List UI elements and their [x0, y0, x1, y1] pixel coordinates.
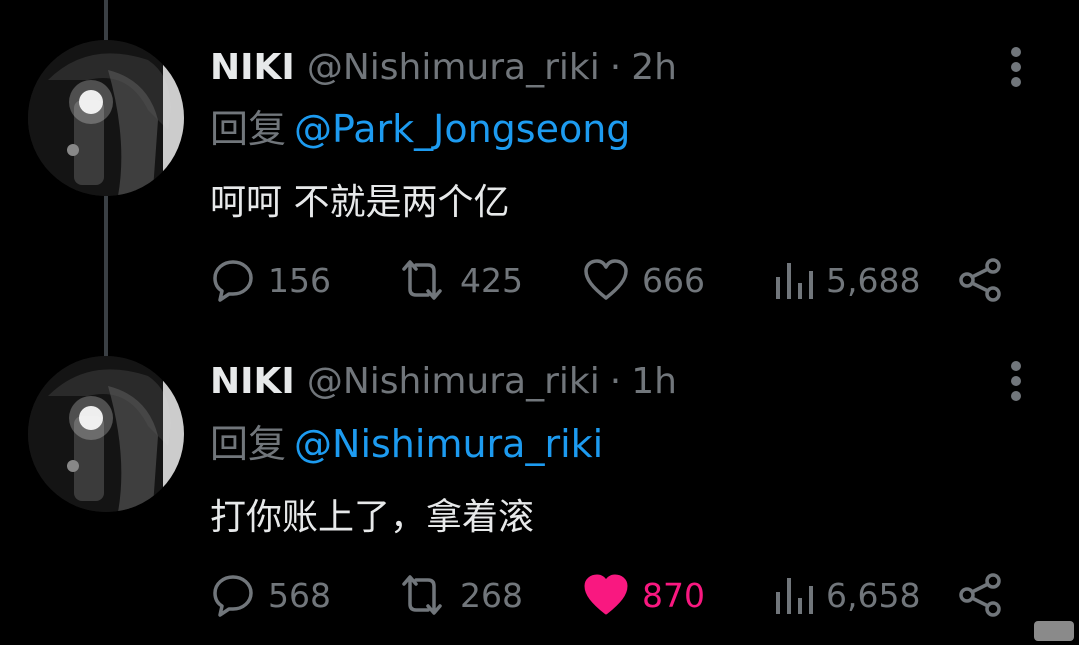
retweet-count: 425	[460, 260, 523, 300]
watermark-badge	[1034, 621, 1074, 641]
avatar[interactable]	[28, 356, 184, 512]
user-handle[interactable]: @Nishimura_riki	[307, 361, 600, 402]
share-button[interactable]	[958, 250, 1004, 310]
timestamp[interactable]: 2h	[631, 47, 677, 88]
like-button[interactable]: 666	[582, 250, 705, 310]
retweet-button[interactable]: 425	[396, 250, 523, 310]
more-vertical-icon	[1011, 47, 1021, 87]
reply-prefix: 回复	[210, 422, 287, 466]
like-button[interactable]: 870	[582, 565, 705, 625]
retweet-icon	[402, 260, 442, 300]
reply-mention-link[interactable]: @Park_Jongseong	[294, 107, 630, 151]
separator-dot: ·	[609, 46, 622, 88]
avatar-image	[28, 40, 184, 196]
reply-button[interactable]: 156	[210, 250, 331, 310]
user-handle[interactable]: @Nishimura_riki	[307, 47, 600, 88]
avatar-image	[28, 356, 184, 512]
tweet-card[interactable]: NIKI @Nishimura_riki · 1h 回复 @Nishimura_r…	[0, 330, 1079, 645]
tweet-card[interactable]: NIKI @Nishimura_riki · 2h 回复 @Park_Jongse…	[0, 0, 1079, 330]
view-count: 6,658	[826, 575, 921, 615]
bar-chart-icon	[776, 263, 813, 299]
tweet-text: 打你账上了，拿着滚	[210, 497, 535, 538]
retweet-button[interactable]: 268	[396, 565, 523, 625]
view-count: 5,688	[826, 260, 921, 300]
speech-bubble-icon	[213, 260, 253, 302]
more-vertical-icon	[1011, 361, 1021, 401]
heart-icon	[584, 574, 628, 615]
views-button[interactable]: 5,688	[774, 250, 920, 310]
display-name[interactable]: NIKI	[210, 47, 295, 88]
tweet-actions: 568 268 870 6,658	[210, 565, 1010, 625]
tweet-text: 呵呵 不就是两个亿	[210, 182, 510, 223]
share-button[interactable]	[958, 565, 1004, 625]
retweet-count: 268	[460, 575, 523, 615]
tweet-actions: 156 425 666 5,688	[210, 250, 1010, 310]
avatar[interactable]	[28, 40, 184, 196]
tweet-header: NIKI @Nishimura_riki · 2h	[210, 42, 677, 92]
reply-count: 156	[268, 260, 331, 300]
reply-prefix: 回复	[210, 107, 287, 151]
separator-dot: ·	[609, 360, 622, 402]
views-button[interactable]: 6,658	[774, 565, 920, 625]
more-options-button[interactable]	[1000, 42, 1032, 92]
more-options-button[interactable]	[1000, 356, 1032, 406]
reply-context: 回复 @Nishimura_riki	[210, 413, 603, 468]
like-count: 870	[642, 575, 705, 615]
heart-icon	[584, 259, 628, 300]
speech-bubble-icon	[213, 575, 253, 617]
tweet-header: NIKI @Nishimura_riki · 1h	[210, 356, 677, 406]
reply-button[interactable]: 568	[210, 565, 331, 625]
bar-chart-icon	[776, 578, 813, 614]
share-icon	[959, 258, 1001, 302]
reply-mention-link[interactable]: @Nishimura_riki	[294, 422, 603, 466]
retweet-icon	[402, 575, 442, 615]
share-icon	[959, 573, 1001, 617]
reply-context: 回复 @Park_Jongseong	[210, 98, 630, 153]
display-name[interactable]: NIKI	[210, 361, 295, 402]
reply-count: 568	[268, 575, 331, 615]
like-count: 666	[642, 260, 705, 300]
timestamp[interactable]: 1h	[631, 361, 677, 402]
